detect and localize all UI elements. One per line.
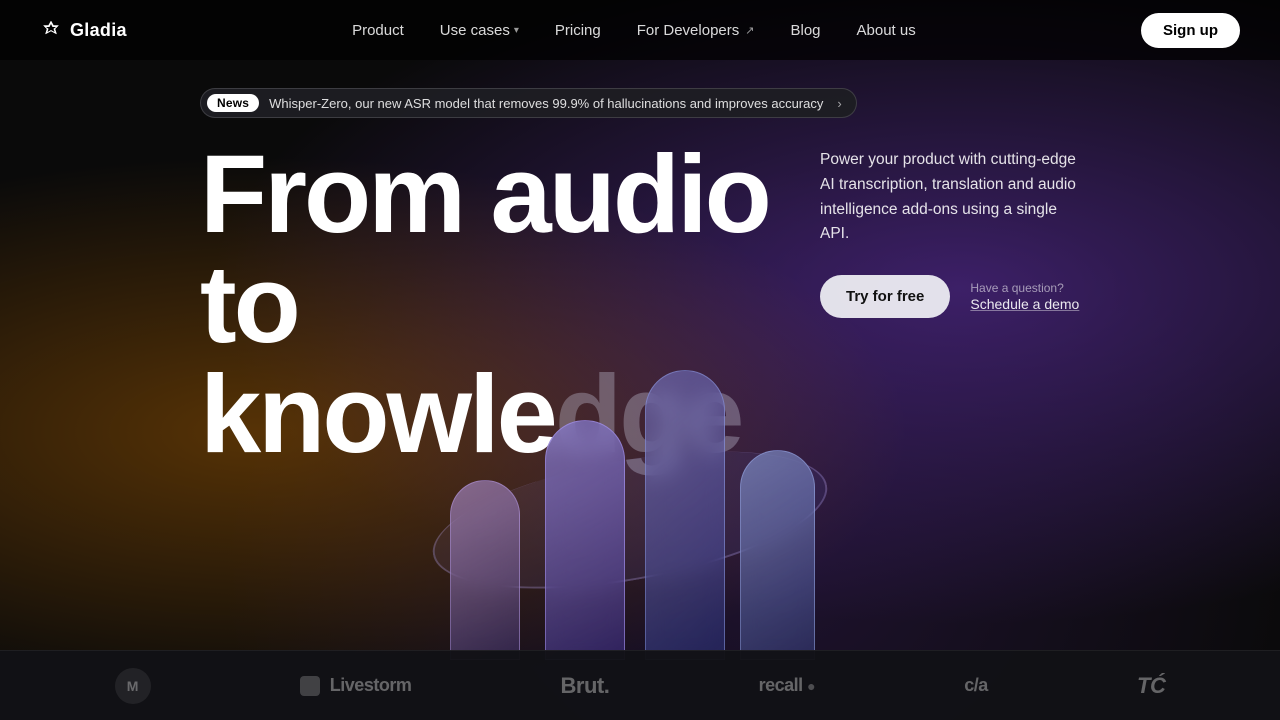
nav-link-pricing[interactable]: Pricing — [555, 22, 601, 39]
nav-link-about[interactable]: About us — [857, 22, 916, 39]
murf-icon: M — [115, 668, 151, 704]
logo[interactable]: Gladia — [40, 19, 127, 41]
nav-link-blog[interactable]: Blog — [790, 22, 820, 39]
external-link-icon: ↗ — [745, 24, 754, 37]
livestorm-text: Livestorm — [330, 675, 412, 696]
logo-livestorm: Livestorm — [300, 675, 412, 696]
glass-column-2 — [545, 420, 625, 660]
news-tag: News — [207, 94, 259, 112]
news-arrow-icon: › — [837, 96, 841, 111]
livestorm-icon — [300, 676, 320, 696]
logo-contentai: c/a — [964, 675, 988, 696]
logo-recall: recall ● — [759, 675, 816, 696]
brut-text: Brut. — [561, 673, 610, 699]
hero-visual — [390, 360, 890, 660]
glass-column-3 — [645, 370, 725, 660]
schedule-demo-link[interactable]: Have a question? Schedule a demo — [970, 281, 1079, 312]
glass-column-1 — [450, 480, 520, 660]
contentai-text: c/a — [964, 675, 988, 696]
news-banner[interactable]: News Whisper-Zero, our new ASR model tha… — [200, 88, 857, 118]
logo-murf: M — [115, 668, 151, 704]
navbar: Gladia Product Use cases ▾ Pricing For D… — [0, 0, 1280, 60]
chevron-down-icon: ▾ — [514, 25, 519, 36]
glass-column-4 — [740, 450, 815, 660]
logo-icon — [40, 19, 62, 41]
hero-right-panel: Power your product with cutting-edge AI … — [820, 148, 1080, 318]
try-for-free-button[interactable]: Try for free — [820, 275, 950, 318]
nav-link-use-cases[interactable]: Use cases ▾ — [440, 22, 519, 39]
nav-link-product[interactable]: Product — [352, 22, 404, 39]
logo-techcrunch: TĆ — [1137, 673, 1165, 699]
techcrunch-text: TĆ — [1137, 673, 1165, 699]
nav-links: Product Use cases ▾ Pricing For Develope… — [352, 22, 916, 39]
nav-link-for-developers[interactable]: For Developers ↗ — [637, 22, 755, 39]
logos-bar: M Livestorm Brut. recall ● c/a TĆ — [0, 650, 1280, 720]
logo-text: Gladia — [70, 20, 127, 41]
hero-description: Power your product with cutting-edge AI … — [820, 148, 1080, 247]
signup-button[interactable]: Sign up — [1141, 13, 1240, 48]
recall-text: recall ● — [759, 675, 816, 696]
news-text: Whisper-Zero, our new ASR model that rem… — [269, 96, 823, 111]
demo-link-text: Schedule a demo — [970, 296, 1079, 312]
demo-question-text: Have a question? — [970, 281, 1079, 295]
logo-brut: Brut. — [561, 673, 610, 699]
hero-actions: Try for free Have a question? Schedule a… — [820, 275, 1080, 318]
headline-line1: From audio to — [200, 133, 769, 366]
glass-shapes — [390, 360, 890, 660]
